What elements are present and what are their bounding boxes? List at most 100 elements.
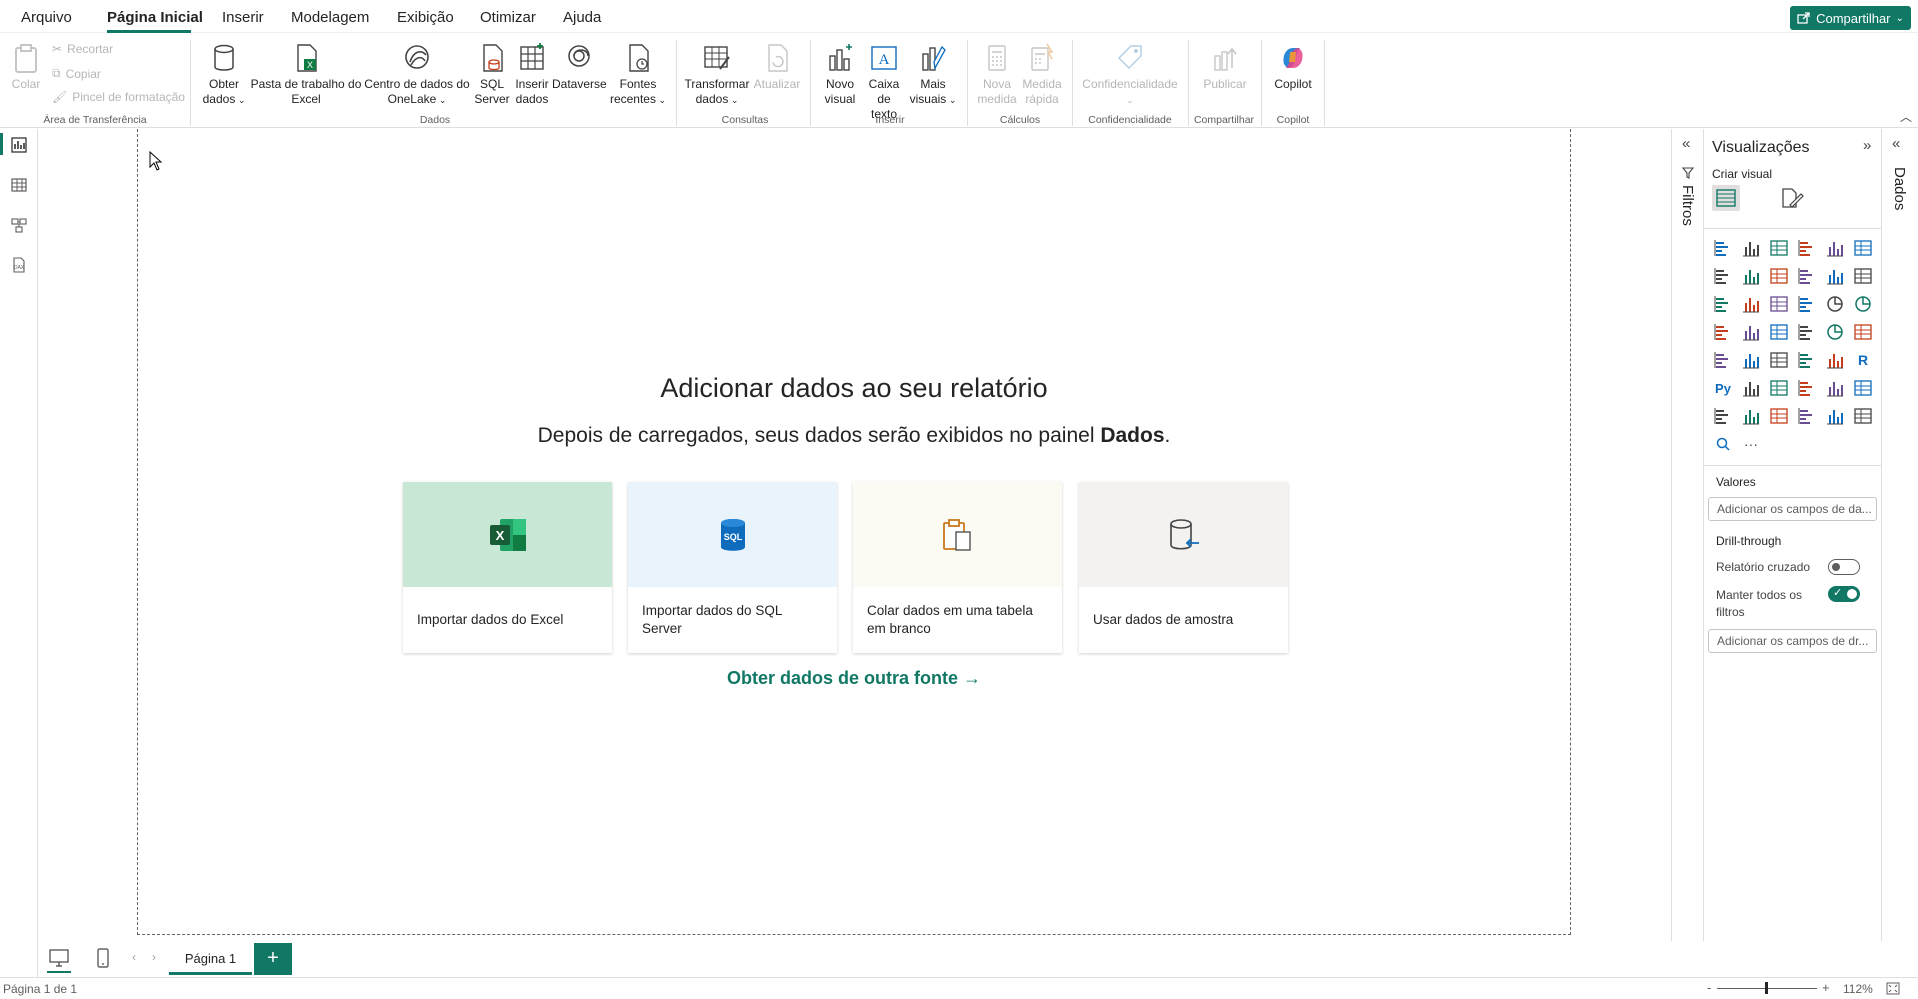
format-visual-icon[interactable] (1780, 187, 1804, 209)
page-tab[interactable]: Página 1 (169, 943, 252, 975)
sample-data-card[interactable]: Usar dados de amostra (1079, 482, 1288, 653)
collapse-visualizations-icon[interactable]: » (1863, 137, 1871, 154)
power-automate-icon[interactable] (1768, 405, 1790, 427)
scroll-left-icon[interactable]: ‹ (132, 950, 136, 964)
mobile-layout-icon[interactable] (97, 948, 109, 968)
more-visuals-button[interactable]: Mais visuais ⌄ (906, 42, 960, 108)
excel-workbook-button[interactable]: X Pasta de trabalho do Excel (250, 42, 362, 107)
expand-data-icon[interactable]: « (1892, 135, 1900, 152)
decomposition-tree-icon[interactable] (1768, 377, 1790, 399)
onelake-hub-button[interactable]: Centro de dados do OneLake ⌄ (362, 42, 472, 108)
area-chart-icon[interactable] (1740, 265, 1762, 287)
clustered-column-icon[interactable] (1796, 237, 1818, 259)
scroll-right-icon[interactable]: › (152, 950, 156, 964)
copy-button[interactable]: ⧉ Copiar (52, 66, 101, 81)
add-page-button[interactable]: + (254, 943, 292, 975)
zoom-slider-thumb[interactable] (1765, 982, 1768, 994)
drillthrough-drop-zone[interactable]: Adicionar os campos de dr... (1708, 629, 1877, 653)
r-visual-icon[interactable]: R (1852, 349, 1874, 371)
refresh-button[interactable]: Atualizar (752, 42, 802, 92)
fit-to-page-icon[interactable] (1886, 982, 1900, 995)
clustered-bar-icon[interactable] (1768, 237, 1790, 259)
paste-data-card[interactable]: Colar dados em uma tabela em branco (853, 482, 1062, 653)
powerbi-visual-icon[interactable] (1852, 405, 1874, 427)
format-painter-button[interactable]: 🖌 Pincel de formatação (52, 90, 185, 104)
pie-chart-icon[interactable] (1824, 293, 1846, 315)
paste-button[interactable]: Colar (8, 42, 44, 92)
line-clustered-column-icon[interactable] (1852, 265, 1874, 287)
shape-map-icon[interactable] (1824, 405, 1846, 427)
100-stacked-bar-icon[interactable] (1824, 237, 1846, 259)
zoom-in-button[interactable]: + (1822, 980, 1830, 995)
slicer-icon[interactable] (1768, 349, 1790, 371)
key-influencers-icon[interactable] (1740, 377, 1762, 399)
card-icon[interactable] (1852, 321, 1874, 343)
menu-tab-insert[interactable]: Inserir (222, 9, 264, 26)
desktop-layout-icon[interactable] (49, 949, 69, 967)
get-data-button[interactable]: Obter dados ⌄ (199, 42, 249, 108)
table-view-icon[interactable] (11, 177, 27, 193)
narrative-icon[interactable] (1712, 405, 1734, 427)
scatter-icon[interactable] (1796, 293, 1818, 315)
other-source-link[interactable]: Obter dados de outra fonte → (137, 668, 1571, 689)
python-visual-icon[interactable]: Py (1712, 377, 1734, 399)
filled-map-icon[interactable] (1768, 321, 1790, 343)
ribbon-chart-icon[interactable] (1712, 293, 1734, 315)
cut-button[interactable]: ✂ Recortar (52, 42, 113, 56)
stacked-bar-icon[interactable] (1712, 237, 1734, 259)
gauge-icon[interactable] (1824, 321, 1846, 343)
map-icon[interactable] (1740, 321, 1762, 343)
recent-sources-button[interactable]: Fontes recentes ⌄ (608, 42, 668, 108)
quick-measure-button[interactable]: Medida rápida (1020, 42, 1064, 107)
matrix-icon[interactable] (1824, 349, 1846, 371)
enter-data-button[interactable]: Inserir dados (512, 42, 552, 107)
new-visual-button[interactable]: Novo visual (818, 42, 862, 107)
model-view-icon[interactable] (11, 217, 27, 233)
menu-tab-help[interactable]: Ajuda (563, 9, 601, 26)
zoom-out-button[interactable]: - (1707, 980, 1711, 995)
arcgis-icon[interactable] (1796, 405, 1818, 427)
new-measure-button[interactable]: Nova medida (974, 42, 1020, 107)
more-visuals-icon[interactable]: ··· (1740, 433, 1762, 455)
treemap-icon[interactable] (1712, 321, 1734, 343)
line-chart-icon[interactable] (1712, 265, 1734, 287)
filters-pane[interactable]: « Filtros (1671, 129, 1704, 941)
menu-tab-view[interactable]: Exibição (397, 9, 454, 26)
menu-tab-home[interactable]: Página Inicial (107, 9, 203, 26)
sql-server-button[interactable]: SQL Server (472, 42, 512, 107)
paginated-report-icon[interactable] (1824, 377, 1846, 399)
menu-tab-file[interactable]: Arquivo (21, 9, 72, 26)
power-apps-icon[interactable] (1740, 405, 1762, 427)
stacked-area-icon[interactable] (1768, 265, 1790, 287)
dataverse-button[interactable]: Dataverse (552, 42, 607, 92)
import-excel-card[interactable]: X Importar dados do Excel (403, 482, 612, 653)
waterfall-icon[interactable] (1740, 293, 1762, 315)
data-pane[interactable]: « Dados (1882, 129, 1918, 941)
build-visual-tab[interactable] (1712, 185, 1740, 211)
collapse-ribbon-icon[interactable]: ︿ (1900, 108, 1912, 125)
qa-icon[interactable] (1796, 377, 1818, 399)
kpi-icon[interactable] (1740, 349, 1762, 371)
line-column-icon[interactable] (1824, 265, 1846, 287)
textbox-button[interactable]: A Caixa de texto (862, 42, 906, 122)
sensitivity-button[interactable]: Confidencialidade ⌄ (1078, 42, 1182, 108)
copilot-button[interactable]: Copilot (1268, 42, 1318, 92)
expand-filters-icon[interactable]: « (1682, 135, 1690, 152)
funnel-icon[interactable] (1768, 293, 1790, 315)
cross-report-toggle[interactable] (1828, 559, 1860, 575)
share-button[interactable]: Compartilhar ⌄ (1790, 6, 1911, 30)
100-stacked-column-icon[interactable] (1852, 237, 1874, 259)
dax-query-view-icon[interactable]: DAX (11, 257, 27, 273)
table-icon[interactable] (1796, 349, 1818, 371)
search-visual-icon[interactable] (1712, 433, 1734, 455)
menu-tab-modeling[interactable]: Modelagem (291, 9, 369, 26)
donut-chart-icon[interactable] (1852, 293, 1874, 315)
values-drop-zone[interactable]: Adicionar os campos de da... (1708, 497, 1877, 521)
transform-data-button[interactable]: Transformar dados ⌄ (682, 42, 752, 108)
menu-tab-optimize[interactable]: Otimizar (480, 9, 536, 26)
import-sql-card[interactable]: SQL Importar dados do SQL Server (628, 482, 837, 653)
stacked-column-icon[interactable] (1740, 237, 1762, 259)
keep-filters-toggle[interactable]: ✓ (1828, 586, 1860, 602)
100-stacked-area-icon[interactable] (1796, 265, 1818, 287)
report-view-icon[interactable] (11, 137, 27, 153)
